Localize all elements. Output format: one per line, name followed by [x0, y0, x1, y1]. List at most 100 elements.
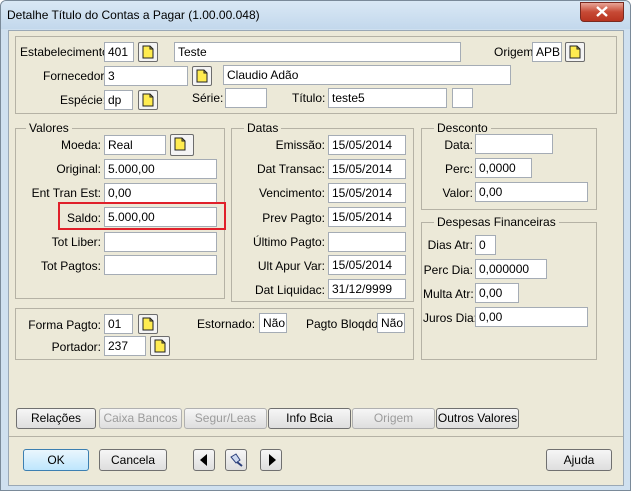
original-field[interactable]: 5.000,00	[104, 159, 217, 179]
arrow-right-icon	[269, 454, 276, 466]
zoom-lookup-icon	[142, 317, 154, 331]
saldo-highlight-box	[58, 202, 226, 230]
dat-transac-label: Dat Transac:	[256, 162, 325, 176]
cancela-button[interactable]: Cancela	[99, 449, 167, 471]
zoom-lookup-icon	[154, 339, 166, 353]
ent-tran-est-field[interactable]: 0,00	[104, 183, 217, 203]
portador-label: Portador:	[51, 340, 101, 354]
fornecedor-name-field[interactable]: Claudio Adão	[223, 65, 511, 85]
estabelecimento-lookup-button[interactable]	[138, 42, 158, 62]
emissao-field[interactable]: 15/05/2014	[328, 135, 406, 155]
dias-atr-field[interactable]: 0	[475, 235, 496, 255]
moeda-lookup-button[interactable]	[170, 134, 194, 156]
title-bar[interactable]: Detalhe Título do Contas a Pagar (1.00.0…	[1, 1, 630, 29]
multa-atr-field[interactable]: 0,00	[475, 283, 519, 303]
segur-leas-button[interactable]: Segur/Leas	[184, 408, 267, 429]
desconto-title: Desconto	[434, 121, 491, 135]
desconto-perc-field[interactable]: 0,0000	[475, 158, 532, 178]
portador-field[interactable]: 237	[104, 336, 146, 356]
estabelecimento-code-field[interactable]: 401	[104, 42, 134, 62]
estornado-field[interactable]: Não	[259, 313, 287, 333]
portador-lookup-button[interactable]	[150, 336, 170, 356]
close-button[interactable]	[580, 2, 624, 22]
original-label: Original:	[56, 162, 101, 176]
fornecedor-lookup-button[interactable]	[192, 66, 212, 86]
multa-atr-label: Multa Atr:	[423, 287, 474, 301]
window: Detalhe Título do Contas a Pagar (1.00.0…	[0, 0, 631, 491]
estabelecimento-name-field[interactable]: Teste	[174, 42, 461, 62]
titulo-field[interactable]: teste5	[328, 88, 447, 108]
estabelecimento-label: Estabelecimento:	[20, 45, 113, 59]
previous-record-button[interactable]	[193, 449, 215, 471]
pagto-bloqdo-field[interactable]: Não	[377, 313, 405, 333]
zoom-lookup-icon	[174, 137, 186, 151]
tot-pagtos-field[interactable]	[104, 255, 217, 275]
perc-dia-label: Perc Dia:	[423, 263, 473, 277]
fornecedor-code-field[interactable]: 3	[104, 66, 188, 86]
ult-apur-var-field[interactable]: 15/05/2014	[328, 255, 406, 275]
moeda-field[interactable]: Real	[104, 135, 166, 155]
prev-pagto-label: Prev Pagto:	[262, 211, 325, 225]
zoom-lookup-icon	[142, 93, 154, 107]
desconto-valor-label: Valor:	[442, 186, 473, 200]
desconto-perc-label: Perc:	[444, 162, 473, 176]
flashlight-icon	[230, 453, 243, 467]
pagto-bloqdo-label: Pagto Bloqdo:	[306, 317, 382, 331]
despesas-title: Despesas Financeiras	[434, 215, 559, 229]
ent-tran-est-label: Ent Tran Est:	[31, 186, 101, 200]
desconto-data-field[interactable]	[475, 134, 553, 154]
tot-liber-field[interactable]	[104, 232, 217, 252]
juros-dia-label: Juros Dia:	[423, 311, 478, 325]
especie-field[interactable]: dp	[104, 90, 133, 110]
dat-liquidac-field[interactable]: 31/12/9999	[328, 279, 406, 299]
vencimento-field[interactable]: 15/05/2014	[328, 183, 406, 203]
perc-dia-field[interactable]: 0,000000	[475, 259, 547, 279]
forma-pagto-lookup-button[interactable]	[138, 314, 158, 334]
juros-dia-field[interactable]: 0,00	[475, 307, 588, 327]
parcela-field[interactable]	[452, 88, 473, 108]
dat-transac-field[interactable]: 15/05/2014	[328, 159, 406, 179]
go-to-record-button[interactable]	[225, 449, 247, 471]
ajuda-button[interactable]: Ajuda	[546, 449, 612, 471]
especie-label: Espécie:	[60, 93, 107, 107]
datas-title: Datas	[244, 121, 282, 135]
forma-pagto-field[interactable]: 01	[104, 314, 133, 334]
origem-field[interactable]: APB	[532, 42, 562, 62]
ult-apur-var-label: Ult Apur Var:	[257, 259, 325, 273]
origem-button[interactable]: Origem	[352, 408, 435, 429]
ultimo-pagto-field[interactable]	[328, 232, 406, 252]
ultimo-pagto-label: Último Pagto:	[252, 235, 325, 249]
relacoes-button[interactable]: Relações	[16, 408, 96, 429]
zoom-lookup-icon	[569, 45, 581, 59]
prev-pagto-field[interactable]: 15/05/2014	[328, 207, 406, 227]
vencimento-label: Vencimento:	[258, 186, 325, 200]
info-bcia-button[interactable]: Info Bcia	[268, 408, 351, 429]
desconto-valor-field[interactable]: 0,00	[475, 182, 588, 202]
emissao-label: Emissão:	[275, 138, 325, 152]
desconto-data-label: Data:	[444, 138, 473, 152]
window-title: Detalhe Título do Contas a Pagar (1.00.0…	[7, 8, 260, 22]
zoom-lookup-icon	[196, 69, 208, 83]
caixa-bancos-button[interactable]: Caixa Bancos	[99, 408, 182, 429]
valores-title: Valores	[26, 121, 72, 135]
ok-button[interactable]: OK	[23, 449, 89, 471]
origem-label: Origem:	[494, 45, 537, 59]
forma-pagto-label: Forma Pagto:	[28, 318, 101, 332]
serie-label: Série:	[192, 91, 224, 105]
tot-liber-label: Tot Liber:	[51, 235, 101, 249]
dias-atr-label: Dias Atr:	[427, 238, 473, 252]
arrow-left-icon	[200, 454, 207, 466]
moeda-label: Moeda:	[60, 138, 101, 152]
next-record-button[interactable]	[260, 449, 282, 471]
tot-pagtos-label: Tot Pagtos:	[40, 259, 101, 273]
serie-field[interactable]	[225, 88, 267, 108]
titulo-label: Título:	[292, 91, 326, 105]
estornado-label: Estornado:	[197, 317, 256, 331]
dialog-content: Estabelecimento: 401 Teste Origem: APB F…	[8, 30, 624, 486]
fornecedor-label: Fornecedor:	[43, 69, 108, 83]
especie-lookup-button[interactable]	[138, 90, 158, 110]
outros-valores-button[interactable]: Outros Valores	[436, 408, 519, 429]
zoom-lookup-icon	[142, 45, 154, 59]
dat-liquidac-label: Dat Liquidac:	[254, 283, 325, 297]
origem-lookup-button[interactable]	[565, 42, 585, 62]
